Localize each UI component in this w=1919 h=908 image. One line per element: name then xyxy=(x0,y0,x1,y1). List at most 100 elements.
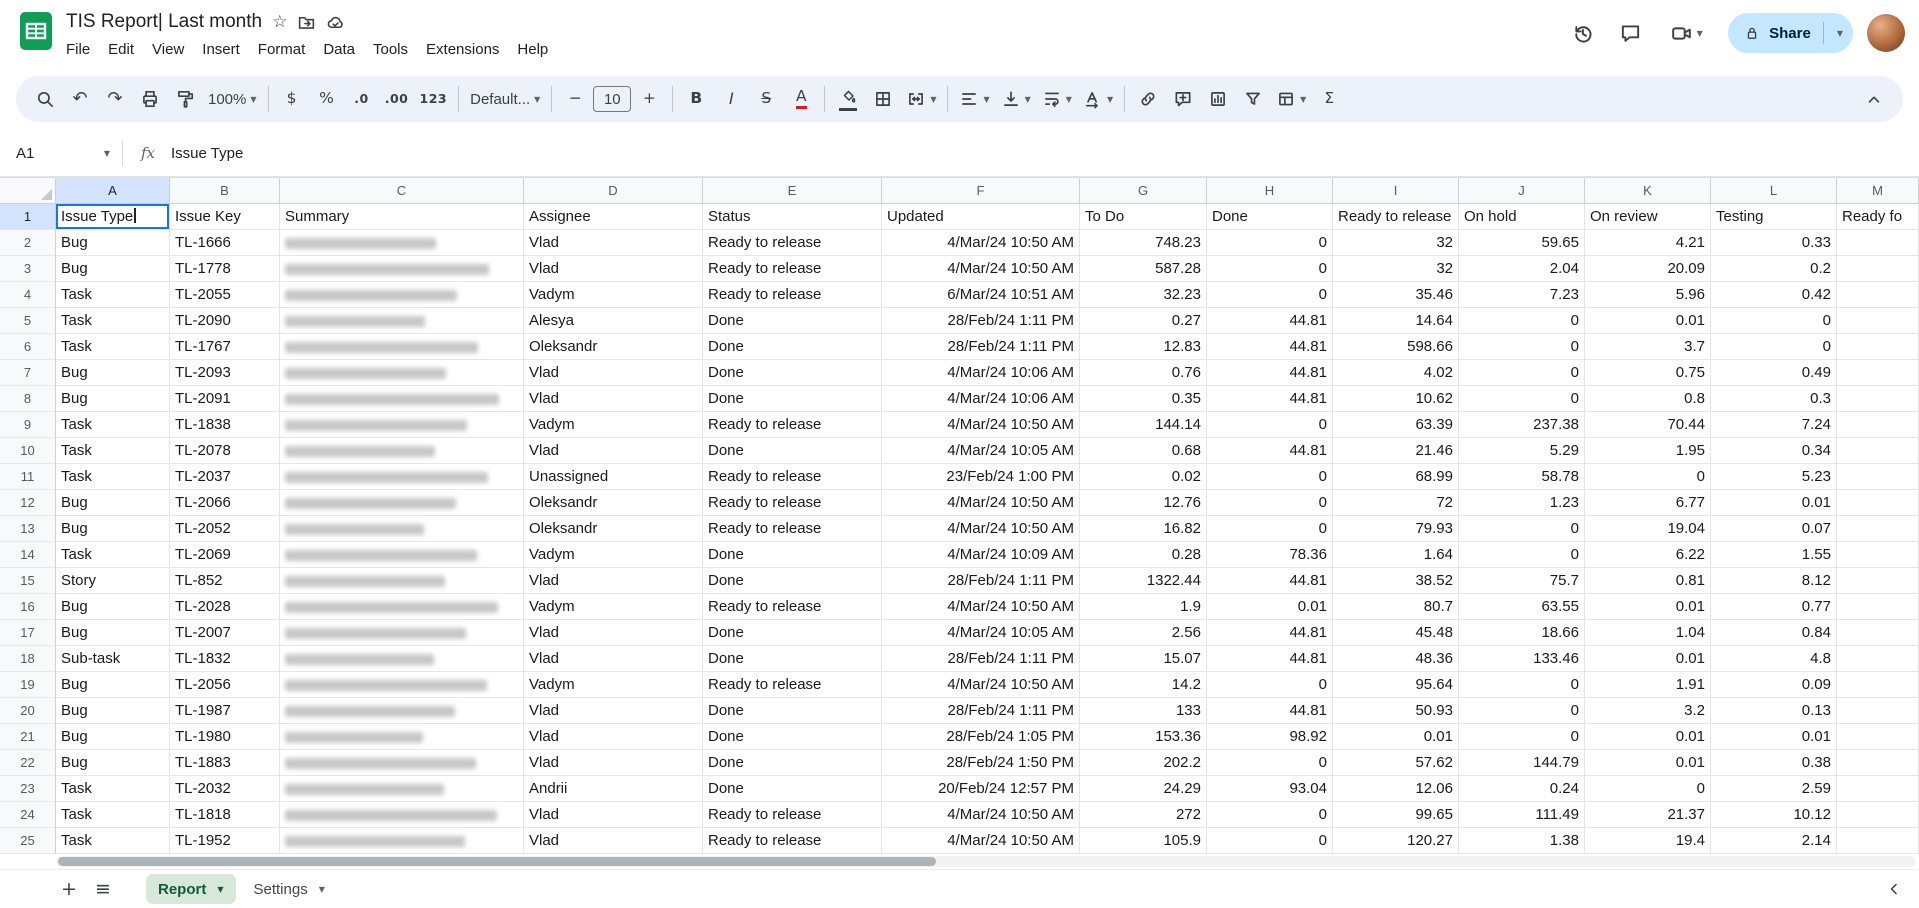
cell-G7[interactable]: 0.76 xyxy=(1080,360,1207,386)
cell-J9[interactable]: 237.38 xyxy=(1459,412,1585,438)
cell-F20[interactable]: 28/Feb/24 1:11 PM xyxy=(882,698,1080,724)
cell-E13[interactable]: Ready to release xyxy=(703,516,882,542)
cell-E25[interactable]: Ready to release xyxy=(703,828,882,854)
sheet-tab-menu-icon[interactable]: ▼ xyxy=(217,885,223,894)
cell-F10[interactable]: 4/Mar/24 10:05 AM xyxy=(882,438,1080,464)
cell-B20[interactable]: TL-1987 xyxy=(170,698,280,724)
row-header-22[interactable]: 22 xyxy=(0,750,56,776)
cell-E19[interactable]: Ready to release xyxy=(703,672,882,698)
cell-J18[interactable]: 133.46 xyxy=(1459,646,1585,672)
cell-F9[interactable]: 4/Mar/24 10:50 AM xyxy=(882,412,1080,438)
cell-B16[interactable]: TL-2028 xyxy=(170,594,280,620)
cell-K19[interactable]: 1.91 xyxy=(1585,672,1711,698)
cell-H15[interactable]: 44.81 xyxy=(1207,568,1333,594)
cell-J6[interactable]: 0 xyxy=(1459,334,1585,360)
zoom-button[interactable]: 100%▼ xyxy=(203,81,262,117)
cell-E6[interactable]: Done xyxy=(703,334,882,360)
cell-G10[interactable]: 0.68 xyxy=(1080,438,1207,464)
cell-F7[interactable]: 4/Mar/24 10:06 AM xyxy=(882,360,1080,386)
cell-D2[interactable]: Vlad xyxy=(524,230,703,256)
cell-B1[interactable]: Issue Key xyxy=(170,204,280,230)
cell-G11[interactable]: 0.02 xyxy=(1080,464,1207,490)
cell-F15[interactable]: 28/Feb/24 1:11 PM xyxy=(882,568,1080,594)
cell-H23[interactable]: 93.04 xyxy=(1207,776,1333,802)
cell-H11[interactable]: 0 xyxy=(1207,464,1333,490)
cell-K14[interactable]: 6.22 xyxy=(1585,542,1711,568)
version-history-button[interactable] xyxy=(1560,11,1604,55)
cell-F11[interactable]: 23/Feb/24 1:00 PM xyxy=(882,464,1080,490)
text-rotation-button[interactable]: ▼ xyxy=(1078,81,1118,117)
cell-L5[interactable]: 0 xyxy=(1711,308,1837,334)
sheet-tab-settings[interactable]: Settings ▼ xyxy=(242,874,337,904)
cell-F18[interactable]: 28/Feb/24 1:11 PM xyxy=(882,646,1080,672)
cell-G25[interactable]: 105.9 xyxy=(1080,828,1207,854)
cell-M16[interactable] xyxy=(1837,594,1919,620)
cell-G9[interactable]: 144.14 xyxy=(1080,412,1207,438)
cell-H21[interactable]: 98.92 xyxy=(1207,724,1333,750)
cell-C11[interactable] xyxy=(280,464,524,490)
cell-I21[interactable]: 0.01 xyxy=(1333,724,1459,750)
cell-J8[interactable]: 0 xyxy=(1459,386,1585,412)
cell-L1[interactable]: Testing xyxy=(1711,204,1837,230)
cell-H10[interactable]: 44.81 xyxy=(1207,438,1333,464)
cell-G24[interactable]: 272 xyxy=(1080,802,1207,828)
menu-file[interactable]: File xyxy=(57,38,99,61)
cell-K16[interactable]: 0.01 xyxy=(1585,594,1711,620)
cell-A4[interactable]: Task xyxy=(56,282,170,308)
cell-M21[interactable] xyxy=(1837,724,1919,750)
cell-J24[interactable]: 111.49 xyxy=(1459,802,1585,828)
fill-color-button[interactable] xyxy=(831,81,865,117)
decrease-font-size-button[interactable]: − xyxy=(558,81,592,117)
cell-I14[interactable]: 1.64 xyxy=(1333,542,1459,568)
cell-M1[interactable]: Ready fo xyxy=(1837,204,1919,230)
cell-K9[interactable]: 70.44 xyxy=(1585,412,1711,438)
cell-J20[interactable]: 0 xyxy=(1459,698,1585,724)
cell-A24[interactable]: Task xyxy=(56,802,170,828)
cell-B11[interactable]: TL-2037 xyxy=(170,464,280,490)
cell-E15[interactable]: Done xyxy=(703,568,882,594)
row-header-24[interactable]: 24 xyxy=(0,802,56,828)
cell-B24[interactable]: TL-1818 xyxy=(170,802,280,828)
cell-C17[interactable] xyxy=(280,620,524,646)
meet-presentation-button[interactable]: ▼ xyxy=(1656,11,1716,55)
column-header-D[interactable]: D xyxy=(524,178,703,203)
cell-J21[interactable]: 0 xyxy=(1459,724,1585,750)
cell-H14[interactable]: 78.36 xyxy=(1207,542,1333,568)
cell-H13[interactable]: 0 xyxy=(1207,516,1333,542)
cell-A6[interactable]: Task xyxy=(56,334,170,360)
cell-D25[interactable]: Vlad xyxy=(524,828,703,854)
cell-C20[interactable] xyxy=(280,698,524,724)
cell-B2[interactable]: TL-1666 xyxy=(170,230,280,256)
cell-H12[interactable]: 0 xyxy=(1207,490,1333,516)
cell-C8[interactable] xyxy=(280,386,524,412)
cell-K21[interactable]: 0.01 xyxy=(1585,724,1711,750)
menu-extensions[interactable]: Extensions xyxy=(417,38,508,61)
cell-J16[interactable]: 63.55 xyxy=(1459,594,1585,620)
cell-A7[interactable]: Bug xyxy=(56,360,170,386)
comments-button[interactable] xyxy=(1608,11,1652,55)
row-header-2[interactable]: 2 xyxy=(0,230,56,256)
cell-E7[interactable]: Done xyxy=(703,360,882,386)
cell-F23[interactable]: 20/Feb/24 12:57 PM xyxy=(882,776,1080,802)
cell-L17[interactable]: 0.84 xyxy=(1711,620,1837,646)
cell-C3[interactable] xyxy=(280,256,524,282)
cell-L3[interactable]: 0.2 xyxy=(1711,256,1837,282)
cell-B14[interactable]: TL-2069 xyxy=(170,542,280,568)
cell-H24[interactable]: 0 xyxy=(1207,802,1333,828)
cell-M4[interactable] xyxy=(1837,282,1919,308)
cell-C13[interactable] xyxy=(280,516,524,542)
cell-J12[interactable]: 1.23 xyxy=(1459,490,1585,516)
cell-L4[interactable]: 0.42 xyxy=(1711,282,1837,308)
row-header-10[interactable]: 10 xyxy=(0,438,56,464)
cell-A18[interactable]: Sub-task xyxy=(56,646,170,672)
move-folder-icon[interactable] xyxy=(297,13,316,32)
row-header-17[interactable]: 17 xyxy=(0,620,56,646)
cell-J3[interactable]: 2.04 xyxy=(1459,256,1585,282)
cell-F17[interactable]: 4/Mar/24 10:05 AM xyxy=(882,620,1080,646)
cell-G3[interactable]: 587.28 xyxy=(1080,256,1207,282)
text-color-button[interactable]: A xyxy=(784,81,818,117)
cell-I2[interactable]: 32 xyxy=(1333,230,1459,256)
cell-M14[interactable] xyxy=(1837,542,1919,568)
cell-B7[interactable]: TL-2093 xyxy=(170,360,280,386)
cell-J19[interactable]: 0 xyxy=(1459,672,1585,698)
